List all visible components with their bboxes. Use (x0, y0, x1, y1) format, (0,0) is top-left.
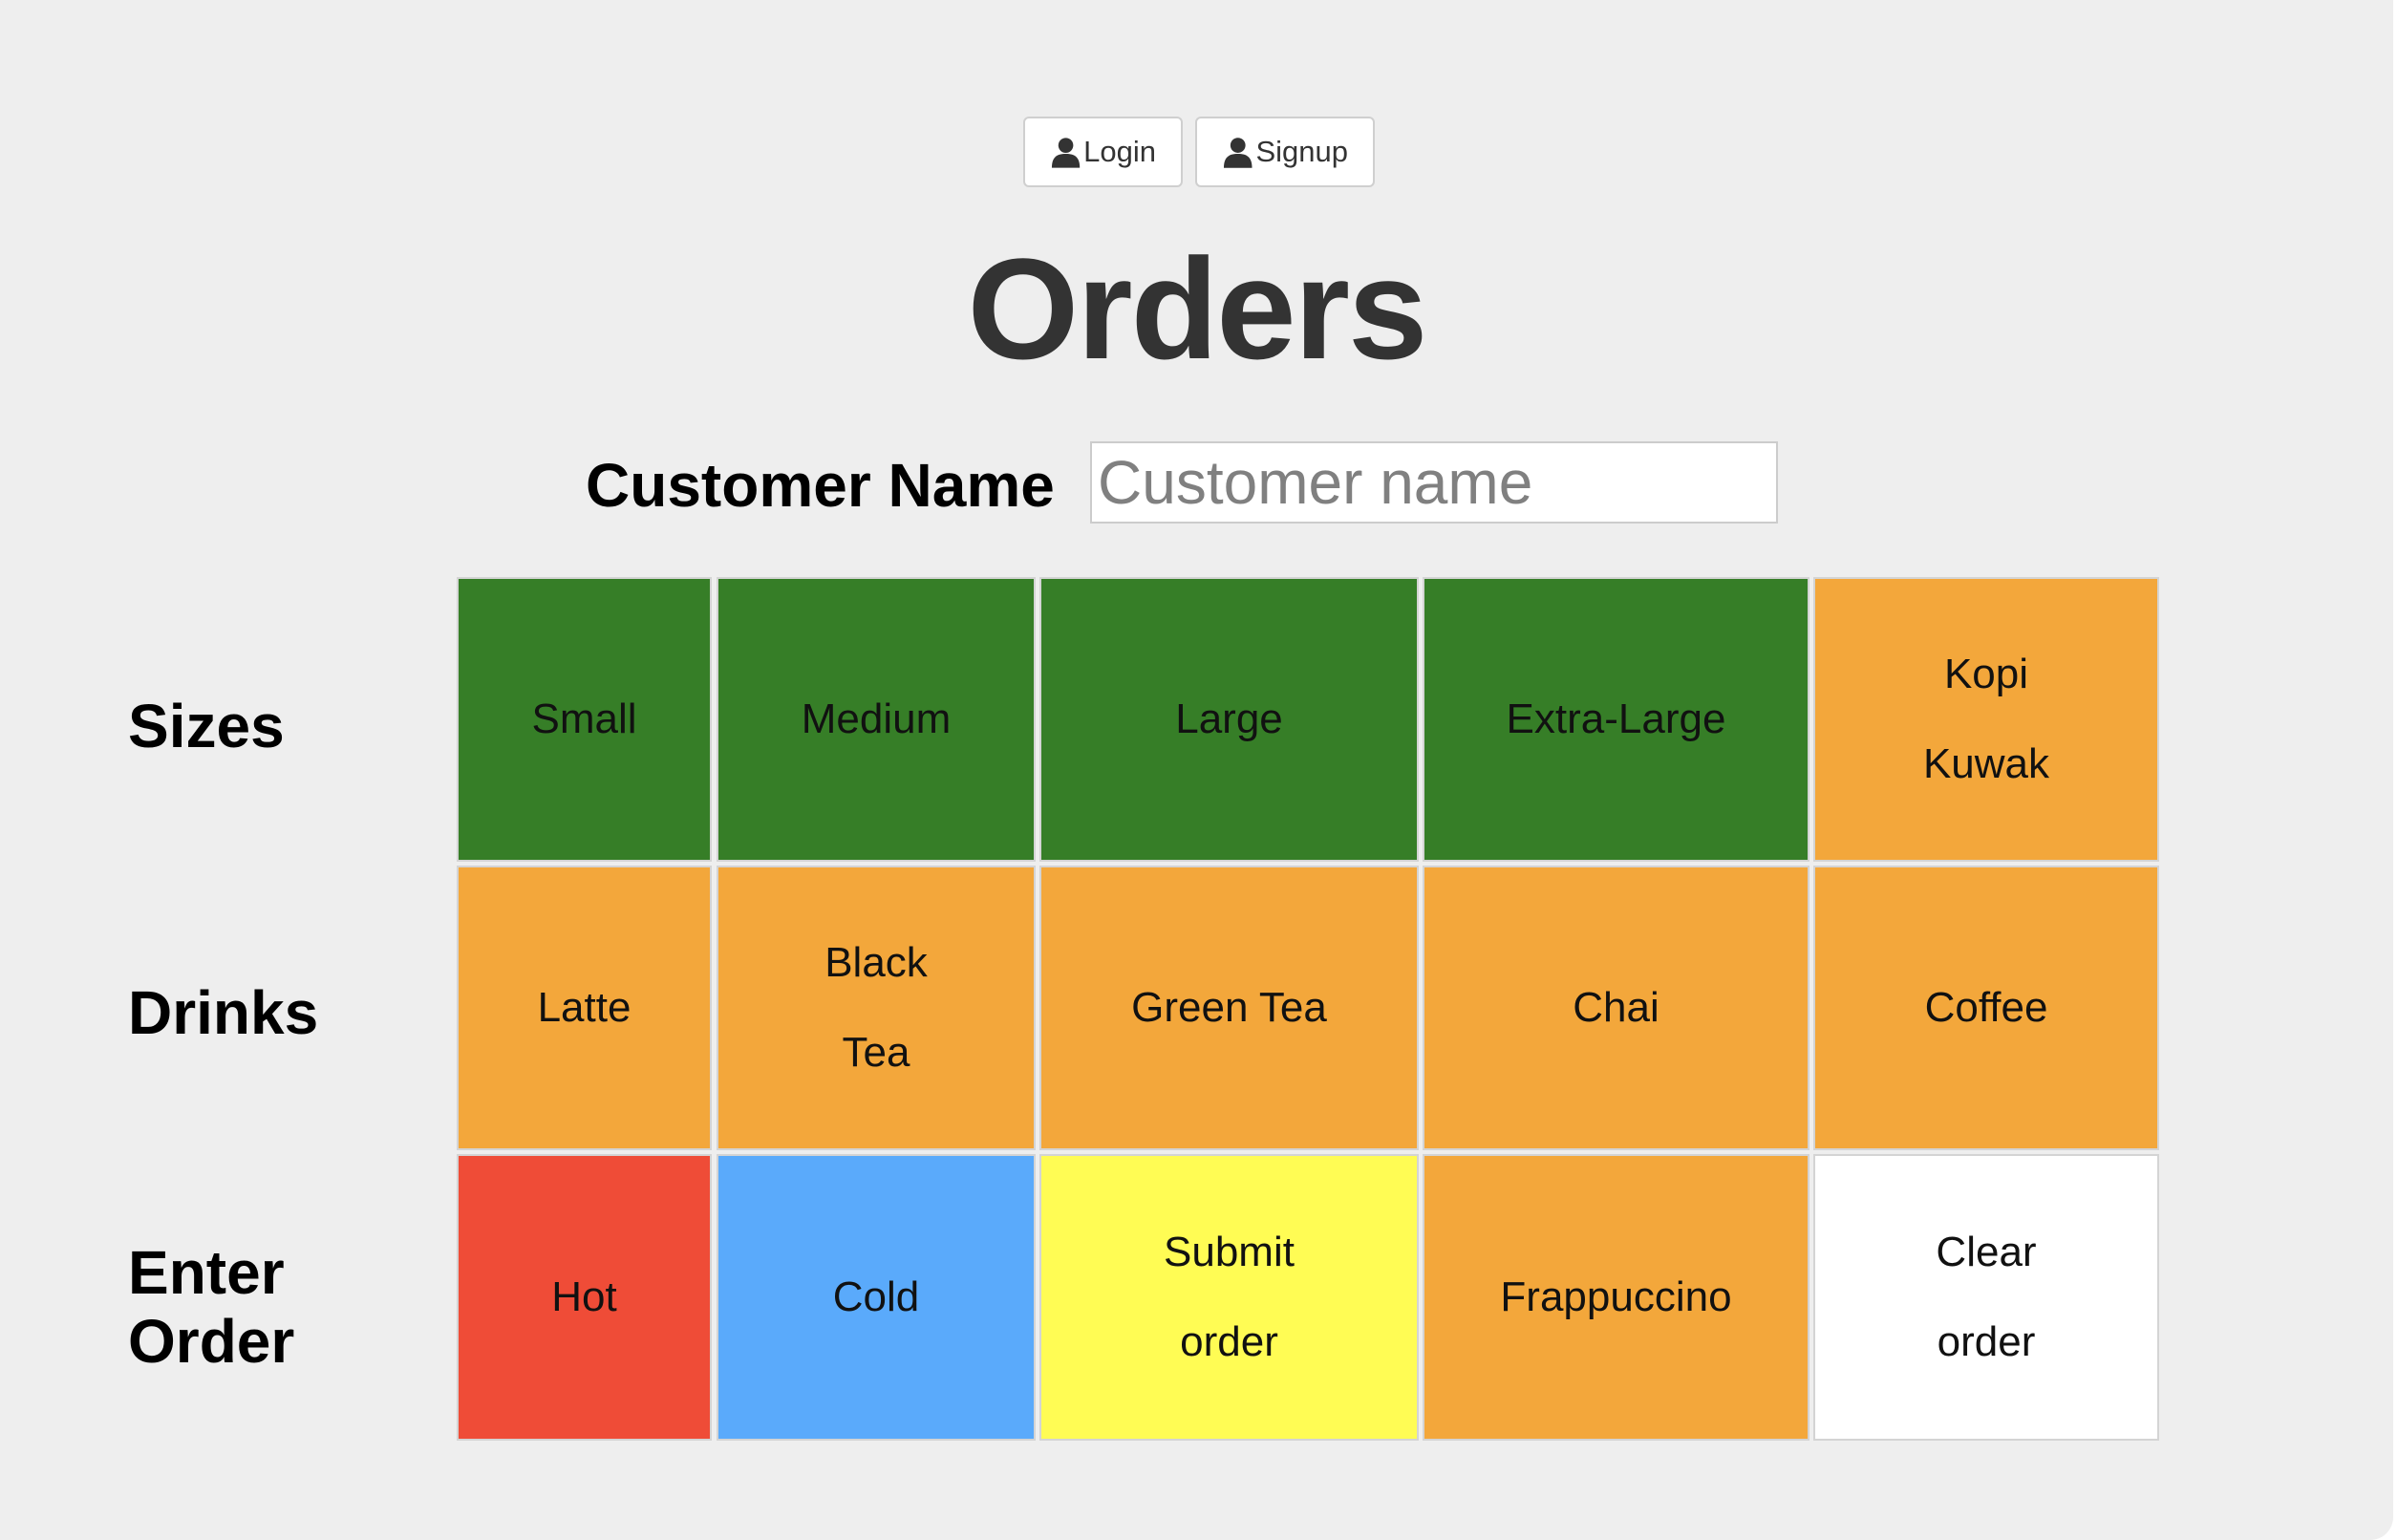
cell-label: Submit (1164, 1229, 1295, 1275)
submit-order-button[interactable]: Submit order (1039, 1154, 1419, 1441)
clear-order-button[interactable]: Clear order (1813, 1154, 2159, 1441)
row-label-line: Sizes (128, 692, 285, 760)
cell-label: Medium (801, 695, 952, 742)
app-panel: Login Signup Orders Customer Name Sizes D… (0, 0, 2393, 1540)
hot-button[interactable]: Hot (457, 1154, 712, 1441)
cell-label: Hot (551, 1273, 617, 1320)
login-button[interactable]: Login (1023, 117, 1183, 187)
cell-label: Kopi (1943, 651, 2029, 697)
user-icon (1051, 138, 1081, 168)
cell-label: Coffee (1924, 984, 2048, 1031)
signup-label: Signup (1255, 135, 1348, 168)
row-label-line: Order (128, 1307, 295, 1376)
large-button[interactable]: Large (1039, 577, 1419, 862)
login-label: Login (1083, 135, 1156, 168)
order-grid: Small Medium Large Extra-Large Kopi Kuwak Latt… (457, 577, 2159, 1441)
cell-label: order (1180, 1318, 1278, 1365)
cell-label: Clear (1936, 1229, 2037, 1275)
row-label-line: Drinks (128, 978, 319, 1047)
row-label-line: Enter (128, 1238, 285, 1307)
row-label: Enter Order (128, 1238, 294, 1376)
medium-button[interactable]: Medium (717, 577, 1036, 862)
small-button[interactable]: Small (457, 577, 712, 862)
green-tea-button[interactable]: Green Tea (1039, 866, 1419, 1150)
frappuccino-button[interactable]: Frappuccino (1423, 1154, 1809, 1441)
coffee-button[interactable]: Coffee (1813, 866, 2159, 1150)
cell-label: Frappuccino (1500, 1273, 1732, 1320)
page-title: Orders (967, 228, 1428, 389)
extra-large-button[interactable]: Extra-Large (1423, 577, 1809, 862)
customer-name-label: Customer Name (586, 451, 1055, 520)
chai-button[interactable]: Chai (1423, 866, 1809, 1150)
black-tea-button[interactable]: Black Tea (717, 866, 1036, 1150)
cell-label: Black (824, 939, 928, 986)
cell-label: Chai (1573, 984, 1659, 1031)
cell-label: Tea (842, 1029, 910, 1076)
cell-label: Green Tea (1131, 984, 1327, 1031)
cell-label: Latte (537, 984, 632, 1031)
cell-label: Small (531, 695, 637, 742)
signup-button[interactable]: Signup (1195, 117, 1375, 187)
cell-label: Large (1175, 695, 1283, 742)
cell-label: Cold (832, 1273, 920, 1320)
latte-button[interactable]: Latte (457, 866, 712, 1150)
row-label: Sizes (128, 692, 285, 760)
auth-bar: Login Signup (1023, 117, 1375, 187)
cell-label: Extra-Large (1506, 695, 1726, 742)
customer-name-input[interactable] (1090, 441, 1778, 524)
cell-label: order (1937, 1318, 2036, 1365)
cell-label: Kuwak (1922, 740, 2050, 787)
user-icon (1223, 138, 1253, 168)
kopi-kuwak-button[interactable]: Kopi Kuwak (1813, 577, 2159, 862)
row-label: Drinks (128, 978, 318, 1047)
cold-button[interactable]: Cold (717, 1154, 1036, 1441)
